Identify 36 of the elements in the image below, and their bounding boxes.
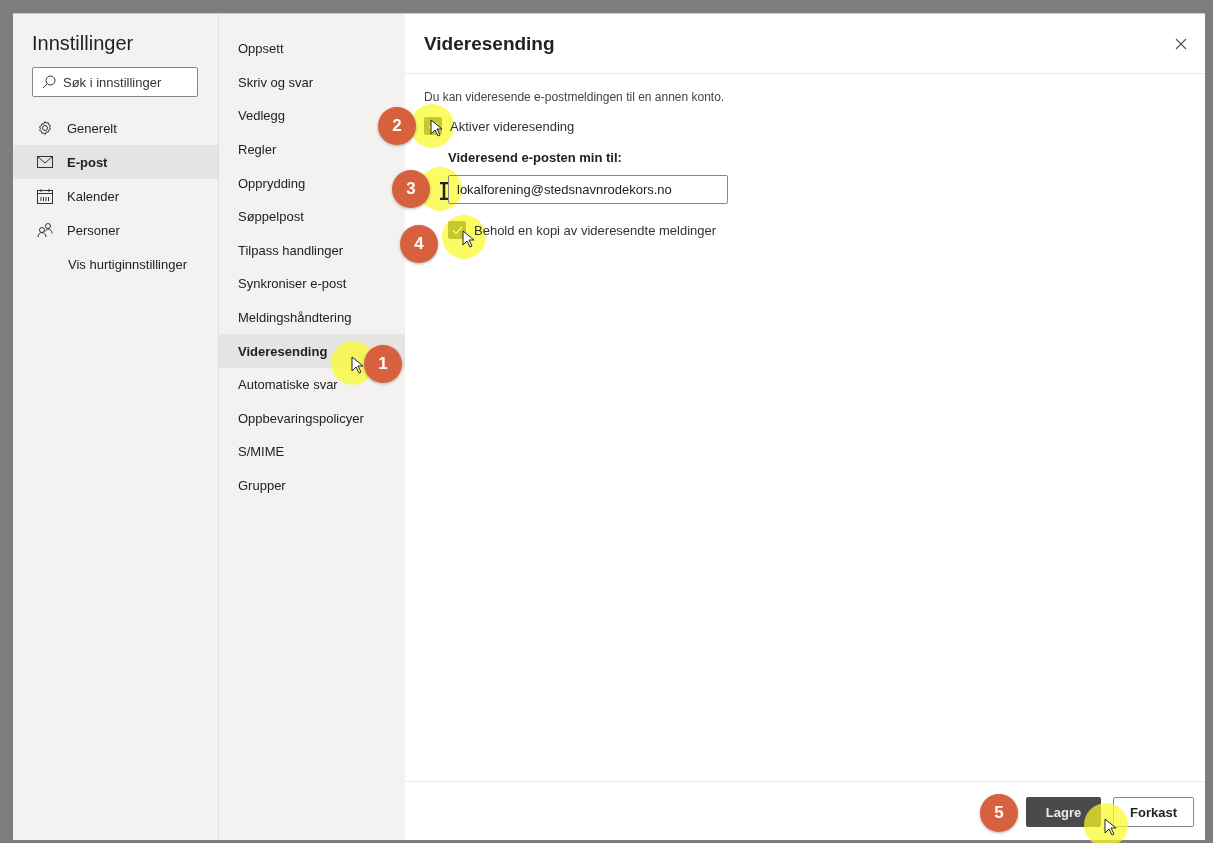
nav-item[interactable]: Personer	[13, 213, 218, 247]
text-cursor-icon	[439, 182, 449, 200]
people-icon	[37, 222, 53, 238]
pointer-cursor-icon	[462, 230, 474, 248]
gear-icon	[37, 120, 53, 136]
settings-category[interactable]: Skriv og svar	[219, 65, 326, 100]
settings-category[interactable]: Automatiske svar	[219, 367, 350, 402]
step-number-badge: 5	[980, 794, 1018, 832]
settings-category[interactable]: Synkroniser e-post	[219, 267, 359, 301]
settings-category[interactable]: Oppbevaringspolicyer	[219, 401, 376, 436]
nav-item[interactable]: Kalender	[13, 179, 218, 213]
pointer-cursor-icon	[1104, 818, 1116, 836]
calendar-icon	[37, 188, 53, 204]
settings-category[interactable]: Oppsett	[219, 32, 296, 66]
settings-category[interactable]: Regler	[219, 132, 289, 167]
pointer-cursor-icon	[430, 119, 442, 137]
settings-category[interactable]: S/MIME	[219, 435, 297, 469]
search-field[interactable]: Søk i innstillinger	[32, 67, 198, 97]
envelope-icon	[37, 156, 53, 168]
pointer-cursor-icon	[351, 356, 363, 375]
close-icon[interactable]	[1175, 37, 1187, 50]
settings-category[interactable]: Søppelpost	[219, 199, 316, 234]
settings-category[interactable]: Opprydding	[219, 166, 318, 200]
settings-category[interactable]: Grupper	[219, 468, 298, 503]
step-number-badge: 4	[400, 225, 438, 263]
panel-title: Videresending	[424, 32, 555, 55]
settings-title: Innstillinger	[32, 32, 135, 55]
nav-item[interactable]: Generelt	[13, 111, 218, 145]
nav-item[interactable]: E-post	[13, 145, 218, 179]
settings-category[interactable]: Tilpass handlinger	[219, 233, 356, 268]
quick-settings-link[interactable]: Vis hurtiginnstillinger	[68, 257, 187, 272]
settings-category[interactable]: Meldingshåndtering	[219, 300, 364, 335]
description-text: Du kan videresende e-postmeldingen til en annen konto.	[424, 90, 725, 104]
settings-category[interactable]: Vedlegg	[219, 99, 297, 133]
field-label: Videresend e-posten min til:	[448, 150, 622, 165]
search-icon	[42, 75, 56, 89]
